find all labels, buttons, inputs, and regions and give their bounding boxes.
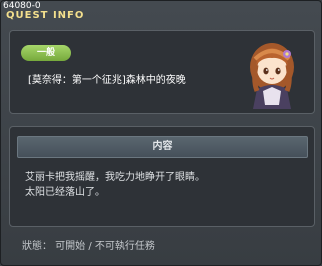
content-header: 内容: [17, 136, 308, 158]
window-title: QUEST INFO: [6, 10, 85, 21]
description-line: 艾丽卡把我摇醒，我吃力地睁开了眼睛。: [25, 172, 205, 183]
quest-content-panel: 内容 艾丽卡把我摇醒，我吃力地睁开了眼睛。 太阳已经落山了。: [9, 126, 315, 227]
npc-girl-avatar-icon: [250, 43, 294, 109]
quest-info-window: 64080-0 QUEST INFO 一般 [莫奈得：第一个征兆]森林中的夜晚: [0, 0, 322, 266]
quest-status: 狀態： 可開始 / 不可執行任務: [22, 241, 155, 252]
quest-summary-panel: 一般 [莫奈得：第一个征兆]森林中的夜晚: [9, 30, 315, 114]
quest-type-badge: 一般: [21, 45, 71, 61]
quest-description: 艾丽卡把我摇醒，我吃力地睁开了眼睛。 太阳已经落山了。: [25, 170, 205, 200]
quest-name: [莫奈得：第一个征兆]森林中的夜晚: [28, 75, 186, 86]
description-line: 太阳已经落山了。: [25, 187, 105, 198]
